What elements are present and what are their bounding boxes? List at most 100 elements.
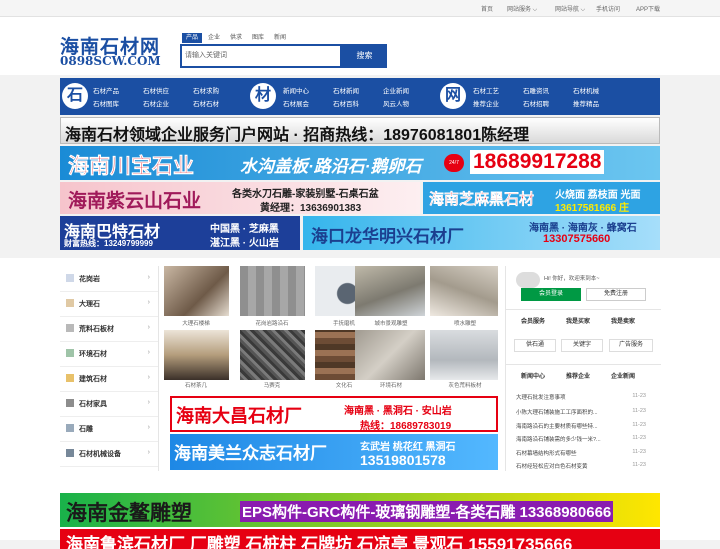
banner-ziyunshan-products: 各类水刀石雕-家装别墅-石桌石盆 [232,189,379,200]
banner-zhimahei[interactable]: 海南芝麻黑石材 火烧面 荔枝面 光面 13617581666 庄 [423,182,660,214]
search-tab-companies[interactable]: 企业 [204,33,224,43]
list-item[interactable]: 大理石批发注意事项 11-23 [516,393,656,401]
product-image[interactable] [164,266,229,316]
nav-link[interactable]: 企业新闻 [383,85,409,95]
chevron-right-icon: › [147,424,150,431]
product-caption: 灰色荒料板材 [448,383,482,389]
product-image[interactable] [355,330,425,380]
nav-link[interactable]: 风云人物 [383,98,409,108]
service-button[interactable]: 供石通 [514,339,556,352]
product-image[interactable] [164,330,229,380]
sidebar-item-environment[interactable]: 环境石材 › [60,341,158,367]
ad-service-button[interactable]: 广告服务 [609,339,653,352]
product-image[interactable] [430,266,498,316]
product-image[interactable] [240,330,305,380]
sidebar-item-slabs[interactable]: 荒料石板材 › [60,316,158,342]
nav-link[interactable]: 石材工艺 [473,85,499,95]
banner-minxing-products: 海南黑 · 海南灰 · 蜂窝石 [529,223,637,234]
banner-zhimahei-phone: 13617581666 庄 [555,203,629,214]
nav-link[interactable]: 石材百科 [333,98,359,108]
banner-dachang-name: 海南大昌石材厂 [176,406,302,426]
topnav-mobile[interactable]: 手机访问 [596,4,620,13]
sidebar-item-furniture[interactable]: 石材家具 › [60,391,158,417]
login-button[interactable]: 会员登录 [521,288,581,301]
product-image[interactable] [355,266,425,316]
nav-link[interactable]: 石材新闻 [333,85,359,95]
nav-link[interactable]: 石材供应 [143,85,169,95]
banner-chuanbao[interactable]: 海南川宝石业 水沟盖板·路沿石·鹅卵石 24/7 18689917288 [60,146,660,180]
tab-news-center[interactable]: 新闻中心 [521,371,545,380]
list-item[interactable]: 海南路沿石的主要材质有哪些特... 11-23 [516,422,656,430]
greeting: Hi! 你好，欢迎来到本~ [544,276,600,282]
search-tab-supply[interactable]: 供求 [226,33,246,43]
nav-link[interactable]: 石材机械 [573,85,599,95]
product-image[interactable] [430,330,498,380]
search-button[interactable]: 搜索 [342,44,387,68]
nav-link[interactable]: 石材求购 [193,85,219,95]
nav-link[interactable]: 推荐精品 [573,98,599,108]
search-input[interactable]: 请输入关键词 [180,44,342,68]
banner-jinao[interactable]: 海南金鳌雕塑 EPS构件-GRC构件-玻璃钢雕塑-各类石雕 1336898066… [60,493,660,527]
search-tab-gallery[interactable]: 图库 [248,33,268,43]
tab-buyer[interactable]: 我是买家 [566,316,590,325]
banner-dachang[interactable]: 海南大昌石材厂 海南黑 · 黑洞石 · 安山岩 热线：18689783019 [170,396,498,432]
nav-link[interactable]: 推荐企业 [473,98,499,108]
sidebar-item-label: 石雕 [79,426,93,433]
top-bar: 首页 网站服务 ⌵ 网站导航 ⌵ 手机访问 APP下载 [0,0,720,17]
sidebar-item-marble[interactable]: 大理石 › [60,291,158,317]
search-tab-news[interactable]: 新闻 [270,33,290,43]
product-caption: 花岗岩路沿石 [255,321,289,327]
nav-link[interactable]: 石材石材 [193,98,219,108]
category-icon [66,299,74,307]
category-icon [66,424,74,432]
topnav-home[interactable]: 首页 [481,4,493,13]
topnav-app[interactable]: APP下载 [636,4,660,13]
list-item[interactable]: 石材幕墙结构形式有哪些 11-23 [516,449,656,457]
logo-en[interactable]: 0898SCW.COM [60,54,161,68]
nav-link[interactable]: 石材图库 [93,98,119,108]
category-icon [66,374,74,382]
keyword-button[interactable]: 关键字 [561,339,603,352]
member-panel: Hi! 你好，欢迎来到本~ 会员登录 免费注册 会员服务 我是买家 我是卖家 供… [505,266,661,471]
tab-company-news[interactable]: 企业新闻 [611,371,635,380]
banner-zhongzhi-phone: 13519801578 [360,452,446,468]
nav-link[interactable]: 石材产品 [93,85,119,95]
list-item[interactable]: 石材经轻松应对白色石材变黄 11-23 [516,462,656,470]
nav-badge-stone: 石 [62,83,88,109]
banner-zhongzhi[interactable]: 海南美兰众志石材厂 玄武岩 桃花红 黑洞石 13519801578 [170,434,498,470]
topnav-sitemap[interactable]: 网站导航 ⌵ [555,4,585,14]
topnav-services[interactable]: 网站服务 ⌵ [507,4,537,14]
sidebar-item-building[interactable]: 建筑石材 › [60,366,158,392]
banner-bate[interactable]: 海南巴特石材 财富热线：13249799999 中国黑 · 芝麻黑 湛江黑 · … [60,216,300,250]
tab-recommended[interactable]: 推荐企业 [566,371,590,380]
nav-link[interactable]: 新闻中心 [283,85,309,95]
banner-minxing[interactable]: 海口龙华明兴石材厂 海南黑 · 海南灰 · 蜂窝石 13307575660 [303,216,660,250]
chevron-right-icon: › [147,324,150,331]
banner-portal-text: 海南石材领域企业服务门户网站 · 招商热线：18976081801陈经理 [65,127,530,144]
banner-ziyunshan-phone: 黄经理：13636901383 [260,203,362,214]
main-nav: 石 石材产品 石材供应 石材求购 石材图库 石材企业 石材石材 材 新闻中心 石… [60,78,660,115]
banner-bate-phone: 财富热线：13249799999 [64,239,153,248]
search-tab-products[interactable]: 产品 [182,33,203,43]
tab-member-service[interactable]: 会员服务 [521,316,545,325]
banner-zhongzhi-name: 海南美兰众志石材厂 [174,444,327,463]
sidebar-item-carving[interactable]: 石雕 › [60,416,158,442]
nav-link[interactable]: 石材招聘 [523,98,549,108]
nav-link[interactable]: 石雕资讯 [523,85,549,95]
banner-lubin[interactable]: 海南鲁滨石材厂 厂雕塑 石桩柱 石牌坊 石凉亭 景观石 15591735666 [60,529,660,549]
banner-chuanbao-phone: 18689917288 [470,150,605,174]
register-button[interactable]: 免费注册 [586,288,646,301]
sidebar-item-granite[interactable]: 花岗岩 › [60,266,158,292]
banner-ziyunshan[interactable]: 海南紫云山石业 各类水刀石雕-家装别墅-石桌石盆 黄经理：13636901383 [60,182,420,214]
sidebar-item-machinery[interactable]: 石材机械设备 › [60,441,158,467]
nav-link[interactable]: 石材企业 [143,98,169,108]
product-image[interactable] [240,266,305,316]
product-caption: 喷水雕塑 [453,321,476,327]
list-item[interactable]: 小陈大理石铺装施工工序面积的... 11-23 [516,408,656,416]
category-icon [66,274,74,282]
nav-link[interactable]: 石材展会 [283,98,309,108]
list-item[interactable]: 海南路沿石铺装需的多少钱一米?... 11-23 [516,435,656,443]
tab-seller[interactable]: 我是卖家 [611,316,635,325]
banner-portal[interactable]: 海南石材领域企业服务门户网站 · 招商热线：18976081801陈经理 [60,117,660,144]
chevron-right-icon: › [147,374,150,381]
